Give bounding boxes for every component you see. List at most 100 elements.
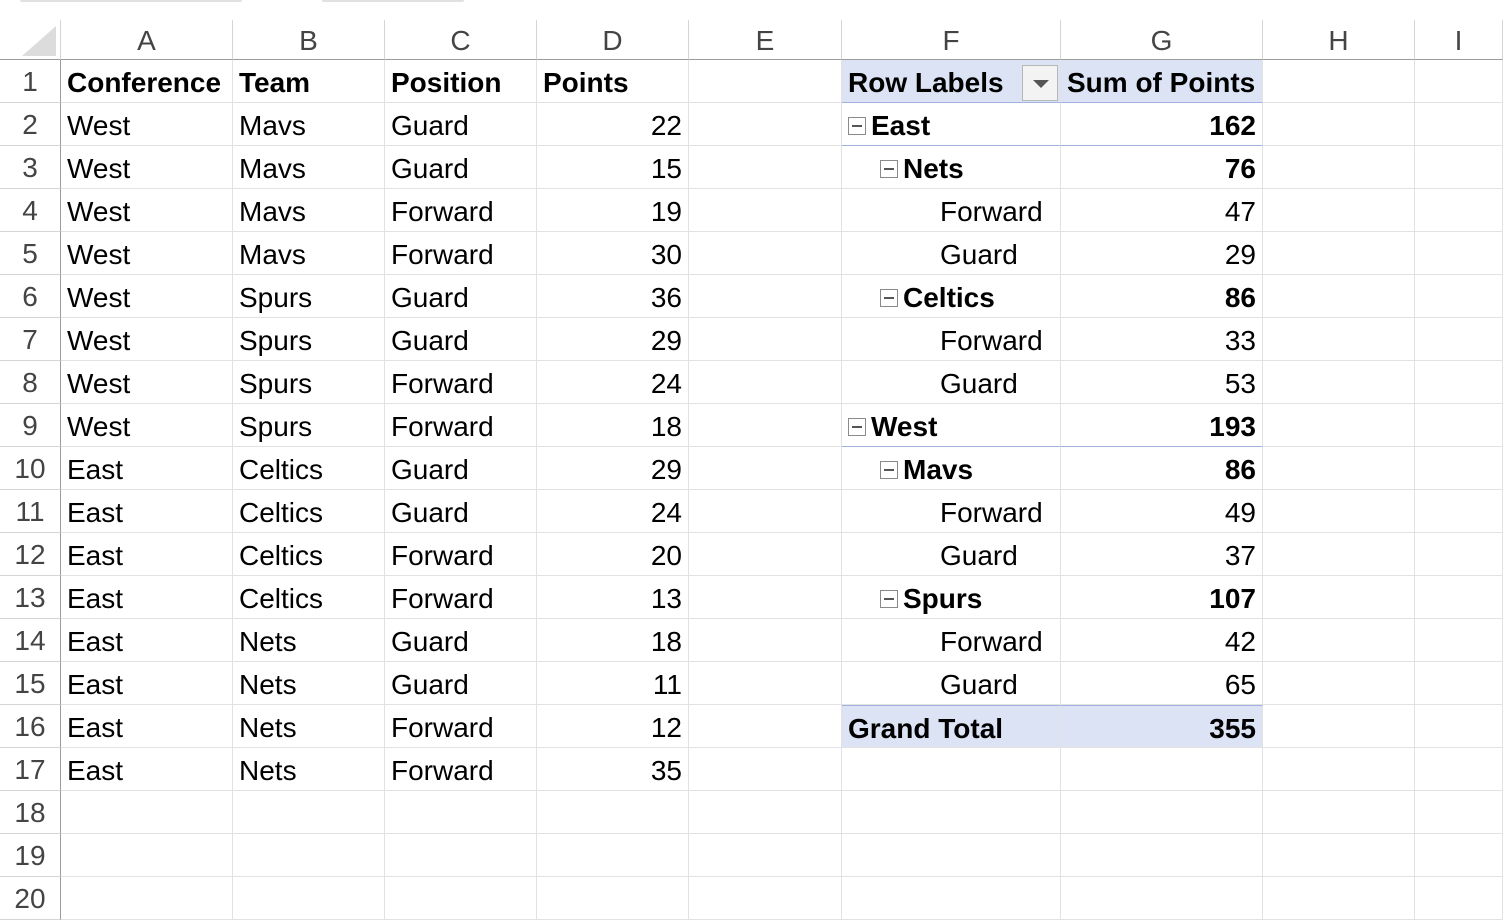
data-cell-conference[interactable]: East	[61, 533, 233, 576]
pivot-row-value[interactable]: 65	[1061, 662, 1263, 705]
pivot-row-value[interactable]: 53	[1061, 361, 1263, 404]
data-cell-position[interactable]: Forward	[385, 533, 537, 576]
data-cell-team[interactable]: Mavs	[233, 232, 385, 275]
column-header-g[interactable]: G	[1061, 20, 1263, 60]
column-header-e[interactable]: E	[689, 20, 842, 60]
cell[interactable]	[689, 791, 842, 834]
data-cell-points[interactable]: 13	[537, 576, 689, 619]
data-cell-team[interactable]: Nets	[233, 662, 385, 705]
cell[interactable]	[1415, 490, 1503, 533]
cell[interactable]	[1061, 791, 1263, 834]
cell[interactable]	[1415, 791, 1503, 834]
data-cell-points[interactable]: 20	[537, 533, 689, 576]
pivot-row-label[interactable]: Mavs	[842, 447, 1061, 490]
cell[interactable]	[385, 834, 537, 877]
data-cell-conference[interactable]: East	[61, 619, 233, 662]
cell[interactable]	[1263, 748, 1415, 791]
row-header-2[interactable]: 2	[0, 103, 61, 146]
data-cell-points[interactable]: 22	[537, 103, 689, 146]
cell[interactable]	[1415, 877, 1503, 920]
row-header-7[interactable]: 7	[0, 318, 61, 361]
row-header-3[interactable]: 3	[0, 146, 61, 189]
data-cell-conference[interactable]: East	[61, 576, 233, 619]
pivot-row-value[interactable]: 107	[1061, 576, 1263, 619]
cell[interactable]	[233, 791, 385, 834]
data-cell-team[interactable]: Nets	[233, 748, 385, 791]
cell[interactable]	[689, 748, 842, 791]
cell[interactable]	[689, 232, 842, 275]
cell[interactable]	[1263, 361, 1415, 404]
pivot-row-value[interactable]: 33	[1061, 318, 1263, 361]
cell[interactable]	[1415, 619, 1503, 662]
cell[interactable]	[1415, 404, 1503, 447]
column-header-h[interactable]: H	[1263, 20, 1415, 60]
cell[interactable]	[1263, 533, 1415, 576]
row-header-4[interactable]: 4	[0, 189, 61, 232]
cell[interactable]	[1415, 576, 1503, 619]
column-header-c[interactable]: C	[385, 20, 537, 60]
cell[interactable]	[233, 877, 385, 920]
pivot-row-label[interactable]: Guard	[842, 533, 1061, 576]
data-cell-team[interactable]: Spurs	[233, 318, 385, 361]
cell[interactable]	[1263, 834, 1415, 877]
cell[interactable]	[689, 877, 842, 920]
cell[interactable]	[1061, 877, 1263, 920]
data-cell-points[interactable]: 24	[537, 361, 689, 404]
cell[interactable]	[1263, 705, 1415, 748]
pivot-row-value[interactable]: 49	[1061, 490, 1263, 533]
header-position[interactable]: Position	[385, 60, 537, 103]
data-cell-position[interactable]: Guard	[385, 662, 537, 705]
header-points[interactable]: Points	[537, 60, 689, 103]
cell[interactable]	[1263, 318, 1415, 361]
cell[interactable]	[1263, 490, 1415, 533]
pivot-row-value[interactable]: 37	[1061, 533, 1263, 576]
pivot-row-value[interactable]: 193	[1061, 404, 1263, 447]
cell[interactable]	[842, 791, 1061, 834]
data-cell-points[interactable]: 18	[537, 404, 689, 447]
pivot-grand-total-label[interactable]: Grand Total	[842, 705, 1061, 748]
cell[interactable]	[689, 705, 842, 748]
cell[interactable]	[1263, 791, 1415, 834]
cell[interactable]	[1415, 533, 1503, 576]
cell[interactable]	[689, 490, 842, 533]
cell[interactable]	[1061, 834, 1263, 877]
collapse-minus-icon[interactable]	[880, 288, 898, 307]
data-cell-team[interactable]: Celtics	[233, 576, 385, 619]
row-header-8[interactable]: 8	[0, 361, 61, 404]
data-cell-team[interactable]: Nets	[233, 705, 385, 748]
data-cell-position[interactable]: Forward	[385, 404, 537, 447]
cell[interactable]	[1263, 404, 1415, 447]
row-header-13[interactable]: 13	[0, 576, 61, 619]
row-header-12[interactable]: 12	[0, 533, 61, 576]
data-cell-conference[interactable]: West	[61, 146, 233, 189]
pivot-row-label[interactable]: Forward	[842, 189, 1061, 232]
cell[interactable]	[842, 748, 1061, 791]
data-cell-team[interactable]: Mavs	[233, 189, 385, 232]
data-cell-position[interactable]: Forward	[385, 576, 537, 619]
cell[interactable]	[537, 877, 689, 920]
data-cell-conference[interactable]: West	[61, 404, 233, 447]
row-header-15[interactable]: 15	[0, 662, 61, 705]
data-cell-position[interactable]: Forward	[385, 361, 537, 404]
cell[interactable]	[1263, 60, 1415, 103]
data-cell-conference[interactable]: West	[61, 232, 233, 275]
cell[interactable]	[233, 834, 385, 877]
row-header-20[interactable]: 20	[0, 877, 61, 920]
cell[interactable]	[689, 361, 842, 404]
pivot-row-label[interactable]: Nets	[842, 146, 1061, 189]
cell[interactable]	[689, 275, 842, 318]
cell[interactable]	[537, 834, 689, 877]
cell[interactable]	[1263, 103, 1415, 146]
data-cell-position[interactable]: Guard	[385, 318, 537, 361]
pivot-row-value[interactable]: 86	[1061, 275, 1263, 318]
row-header-16[interactable]: 16	[0, 705, 61, 748]
cell[interactable]	[61, 877, 233, 920]
data-cell-conference[interactable]: West	[61, 275, 233, 318]
pivot-row-value[interactable]: 162	[1061, 103, 1263, 146]
data-cell-position[interactable]: Forward	[385, 232, 537, 275]
cell[interactable]	[1415, 189, 1503, 232]
collapse-minus-icon[interactable]	[880, 589, 898, 608]
cell[interactable]	[689, 662, 842, 705]
row-header-10[interactable]: 10	[0, 447, 61, 490]
select-all-corner[interactable]	[0, 20, 61, 60]
